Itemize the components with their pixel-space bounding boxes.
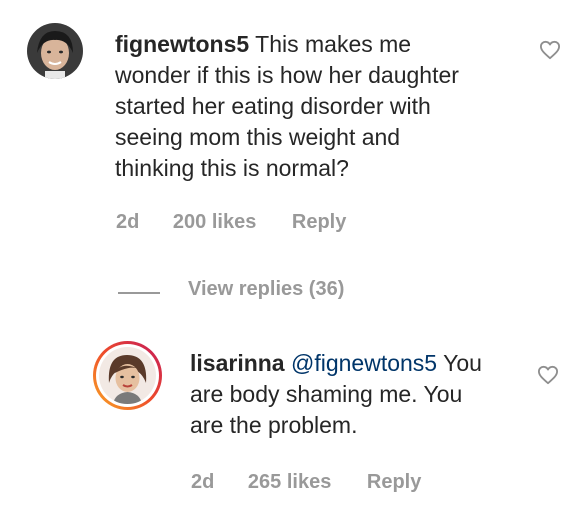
like-heart-icon[interactable] <box>539 40 561 60</box>
reply-username[interactable]: lisarinna <box>190 350 285 376</box>
view-replies-divider <box>118 292 160 294</box>
like-heart-icon[interactable] <box>537 365 559 385</box>
reply-line-1: lisarinna @fignewtons5 You <box>190 348 530 379</box>
comment-lisarinna: lisarinna @fignewtons5 You are body sham… <box>0 330 580 517</box>
comment-time[interactable]: 2d <box>116 211 139 234</box>
reply-text-start: You <box>443 350 482 376</box>
comment-line-3: started her eating disorder with <box>115 93 431 119</box>
reply-button[interactable]: Reply <box>292 211 346 234</box>
reply-mention[interactable]: @fignewtons5 <box>291 350 437 376</box>
reply-meta: 2d 265 likes Reply <box>191 471 421 494</box>
comment-likes[interactable]: 200 likes <box>173 211 256 234</box>
comment-line-5: thinking this is normal? <box>115 155 349 181</box>
view-replies-button[interactable]: View replies (36) <box>188 278 344 301</box>
comment-fignewtons5: fignewtons5 This makes me wonder if this… <box>0 0 580 250</box>
reply-likes[interactable]: 265 likes <box>248 471 331 494</box>
avatar-photo <box>27 23 83 79</box>
comment-body: fignewtons5 This makes me wonder if this… <box>115 29 535 184</box>
avatar <box>99 347 156 404</box>
reply-line-2: are body shaming me. You <box>190 381 463 407</box>
reply-button[interactable]: Reply <box>367 471 421 494</box>
comment-line-1: fignewtons5 This makes me <box>115 29 535 60</box>
avatar[interactable] <box>27 23 83 79</box>
reply-body: lisarinna @fignewtons5 You are body sham… <box>190 348 530 441</box>
avatar-illustration <box>99 347 156 404</box>
avatar-story-ring[interactable] <box>93 341 162 410</box>
reply-time[interactable]: 2d <box>191 471 214 494</box>
reply-line-3: are the problem. <box>190 412 358 438</box>
comment-text-start: This makes me <box>255 31 412 57</box>
comment-meta: 2d 200 likes Reply <box>116 211 346 234</box>
comment-line-2: wonder if this is how her daughter <box>115 62 459 88</box>
comment-username[interactable]: fignewtons5 <box>115 31 249 57</box>
comment-line-4: seeing mom this weight and <box>115 124 401 150</box>
